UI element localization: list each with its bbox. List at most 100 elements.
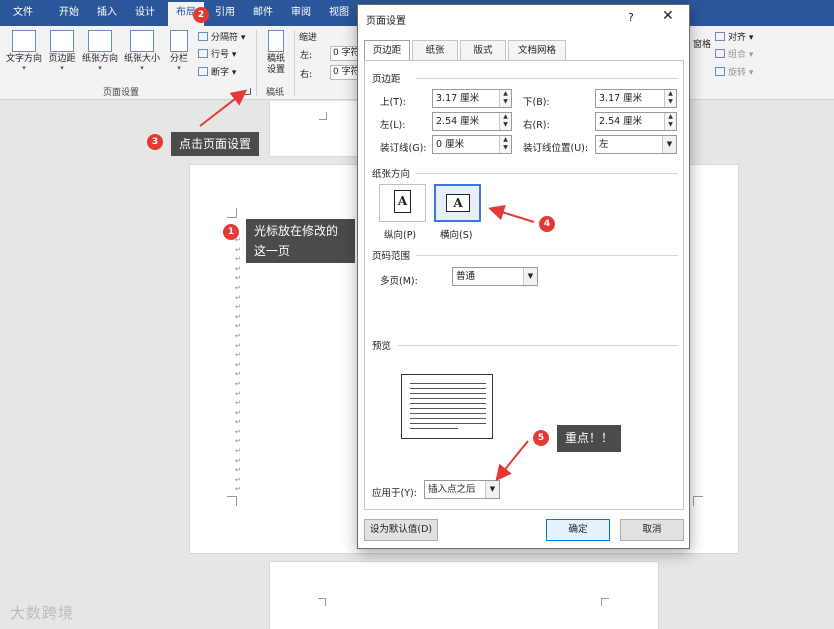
- preview-line: [410, 393, 486, 394]
- rotate-button[interactable]: 旋转 ▾: [715, 65, 753, 78]
- gutter-value: 0 厘米: [436, 139, 465, 150]
- indent-left-label: 左:: [300, 51, 313, 61]
- layout-preview: [401, 374, 493, 439]
- page-setup-group-label: 页面设置: [103, 88, 140, 98]
- tab-margins[interactable]: 页边距: [364, 40, 410, 61]
- spinner-arrows-icon[interactable]: ▲ ▼: [664, 90, 676, 107]
- hyphenation-button[interactable]: 断字 ▾: [198, 65, 236, 78]
- tab-mailings[interactable]: 邮件: [246, 0, 280, 26]
- gutter-position-select[interactable]: 左 ▼: [595, 135, 677, 154]
- top-margin-value: 3.17 厘米: [436, 93, 480, 104]
- selection-pane-button[interactable]: 窗格: [692, 40, 712, 51]
- margins-button[interactable]: 页边距 ▾: [46, 30, 78, 72]
- portrait-option[interactable]: A: [379, 184, 426, 222]
- tab-references[interactable]: 引用: [208, 0, 242, 26]
- tab-design[interactable]: 设计: [128, 0, 162, 26]
- page-size-icon: [130, 30, 154, 52]
- orientation-button[interactable]: 纸张方向 ▾: [80, 30, 120, 72]
- bottom-margin-label: 下(B):: [523, 97, 550, 108]
- step-3-callout: 点击页面设置: [171, 132, 260, 156]
- multiple-pages-select[interactable]: 普通 ▼: [452, 267, 538, 286]
- crop-mark: [319, 112, 327, 120]
- hyphenation-label: 断字: [211, 68, 230, 78]
- preview-line: [410, 403, 486, 404]
- dropdown-arrow-icon: ▾: [140, 64, 144, 72]
- line-numbers-label: 行号: [211, 50, 230, 60]
- cancel-button[interactable]: 取消: [620, 519, 684, 541]
- tab-paper[interactable]: 纸张: [412, 40, 458, 60]
- crop-mark: [601, 598, 609, 606]
- columns-button[interactable]: 分栏 ▾: [166, 30, 192, 72]
- step-5-callout: 重点！！: [557, 425, 622, 452]
- left-margin-input[interactable]: 2.54 厘米 ▲ ▼: [432, 112, 512, 131]
- group-button[interactable]: 组合 ▾: [715, 47, 753, 60]
- ok-button[interactable]: 确定: [546, 519, 610, 541]
- preview-line: [410, 423, 486, 424]
- align-button[interactable]: 对齐 ▾: [715, 30, 753, 43]
- tab-insert[interactable]: 插入: [90, 0, 124, 26]
- pane-label: 窗格: [692, 40, 711, 50]
- top-margin-label: 上(T):: [380, 97, 406, 108]
- close-icon[interactable]: ✕: [662, 8, 674, 24]
- multiple-pages-label: 多页(M):: [380, 276, 418, 287]
- right-margin-value: 2.54 厘米: [599, 116, 643, 127]
- help-icon[interactable]: ?: [628, 11, 634, 24]
- manuscript-label-1: 稿纸: [266, 54, 285, 64]
- bottom-margin-input[interactable]: 3.17 厘米 ▲ ▼: [595, 89, 677, 108]
- manuscript-label-2: 设置: [266, 65, 285, 75]
- section-divider: [416, 78, 678, 79]
- step-1-callout-line-2: 这一页: [254, 244, 291, 258]
- landscape-option[interactable]: A: [434, 184, 481, 222]
- section-divider: [416, 173, 678, 174]
- gutter-input[interactable]: 0 厘米 ▲ ▼: [432, 135, 512, 154]
- rotate-icon: [715, 67, 725, 76]
- tab-layout-options[interactable]: 版式: [460, 40, 506, 60]
- orientation-section-label: 纸张方向: [372, 169, 411, 180]
- set-default-button[interactable]: 设为默认值(D): [364, 519, 438, 541]
- step-4-marker: 4: [539, 216, 555, 232]
- preview-line: [410, 408, 486, 409]
- columns-icon: [170, 30, 188, 52]
- spinner-arrows-icon[interactable]: ▲ ▼: [664, 113, 676, 130]
- apply-to-select[interactable]: 插入点之后 ▼: [424, 480, 500, 499]
- portrait-page-icon: A: [394, 190, 411, 213]
- manuscript-group-label: 稿纸: [266, 88, 285, 98]
- crop-mark: [693, 496, 703, 506]
- spinner-arrows-icon[interactable]: ▲ ▼: [499, 136, 511, 153]
- breaks-button[interactable]: 分隔符 ▾: [198, 30, 245, 43]
- line-numbers-button[interactable]: 行号 ▾: [198, 47, 236, 60]
- tab-file[interactable]: 文件: [6, 0, 40, 26]
- watermark-logo: 大数跨境: [10, 604, 75, 622]
- section-divider: [416, 255, 678, 256]
- next-page: [269, 561, 659, 629]
- right-margin-input[interactable]: 2.54 厘米 ▲ ▼: [595, 112, 677, 131]
- spinner-arrows-icon[interactable]: ▲ ▼: [499, 113, 511, 130]
- apply-to-label: 应用于(Y):: [372, 488, 417, 499]
- crop-mark: [227, 496, 237, 506]
- right-margin-label: 右(R):: [523, 120, 550, 131]
- step-1-callout: 光标放在修改的 这一页: [246, 219, 355, 263]
- orientation-icon: [88, 30, 112, 52]
- align-label: 对齐: [728, 33, 747, 43]
- tab-view[interactable]: 视图: [322, 0, 356, 26]
- section-divider: [398, 345, 678, 346]
- text-direction-button[interactable]: 文字方向 ▾: [4, 30, 44, 72]
- left-margin-value: 2.54 厘米: [436, 116, 480, 127]
- manuscript-settings-button[interactable]: 稿纸 设置: [262, 30, 290, 76]
- apply-to-value: 插入点之后: [428, 484, 476, 495]
- tab-review[interactable]: 审阅: [284, 0, 318, 26]
- page-setup-launcher-icon[interactable]: [244, 88, 251, 95]
- hyphenation-icon: [198, 67, 208, 76]
- chevron-down-icon: ▼: [523, 268, 537, 285]
- crop-mark: [227, 208, 237, 218]
- tab-home[interactable]: 开始: [52, 0, 86, 26]
- dropdown-arrow-icon: ▾: [60, 64, 64, 72]
- dropdown-arrow-icon: ▾: [177, 64, 181, 72]
- spinner-arrows-icon[interactable]: ▲ ▼: [499, 90, 511, 107]
- top-margin-input[interactable]: 3.17 厘米 ▲ ▼: [432, 89, 512, 108]
- gutter-label: 装订线(G):: [380, 143, 427, 154]
- tab-document-grid[interactable]: 文档网格: [508, 40, 566, 60]
- group-icon: [715, 49, 725, 58]
- size-button[interactable]: 纸张大小 ▾: [122, 30, 162, 72]
- preview-line: [410, 413, 486, 414]
